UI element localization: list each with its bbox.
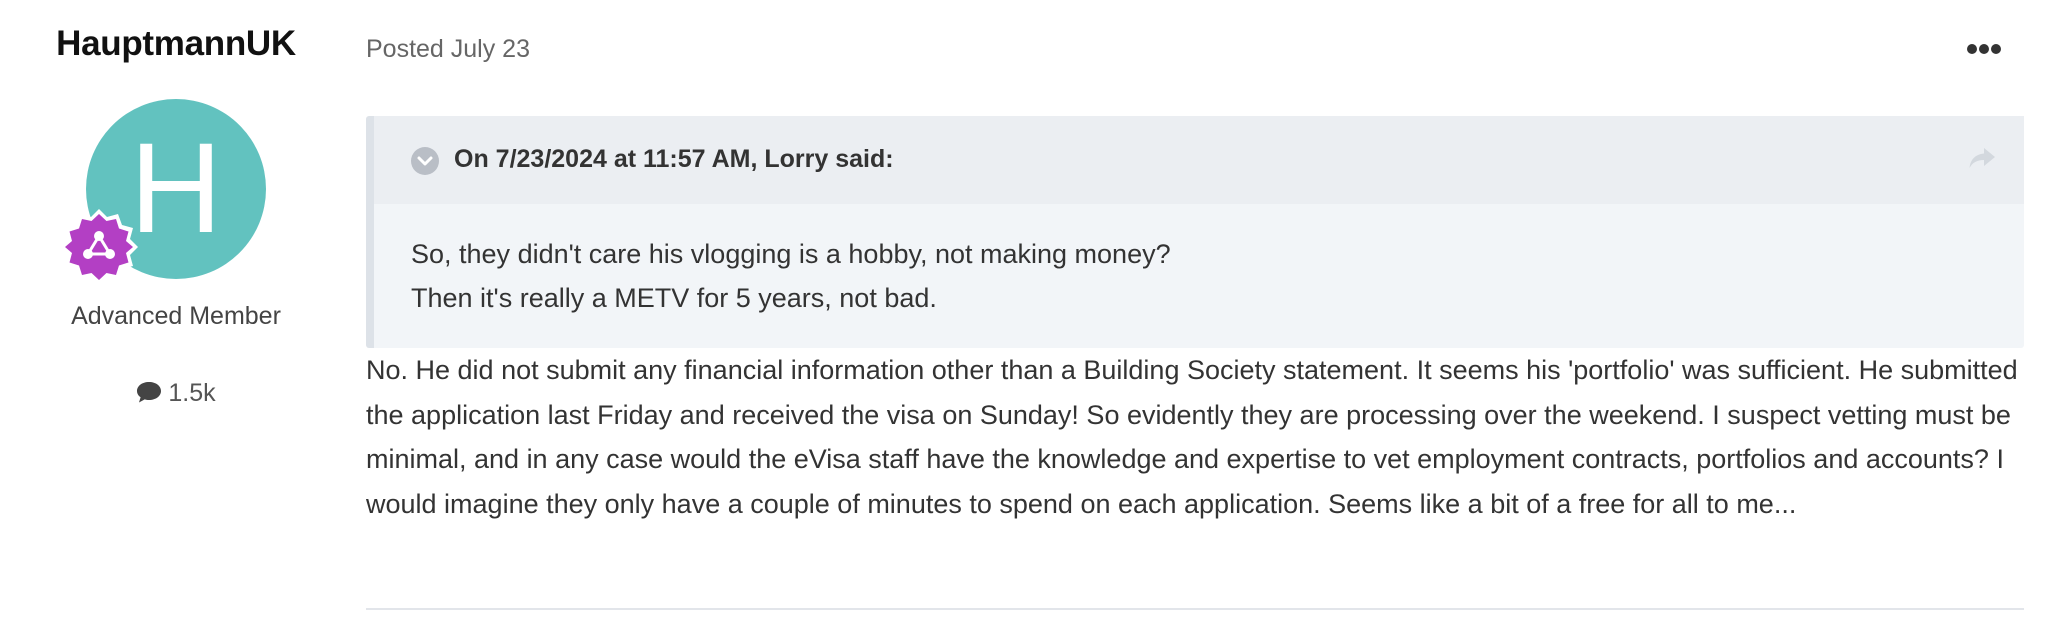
quote-line: So, they didn't care his vlogging is a h… [411,239,1171,269]
post-date[interactable]: Posted July 23 [366,35,530,64]
post-text: No. He did not submit any financial info… [366,355,2018,519]
quote-header: On 7/23/2024 at 11:57 AM, Lorry said: [374,116,2024,204]
ellipsis-icon[interactable] [1966,42,2002,56]
share-network-badge-icon [60,209,138,285]
author-panel: HauptmannUK H Advanced Member 1.5k [0,0,352,637]
member-title: Advanced Member [71,302,281,330]
chevron-down-circle-icon[interactable] [411,147,439,175]
post-count-value: 1.5k [168,379,216,407]
post-content: No. He did not submit any financial info… [366,348,2024,526]
post-count[interactable]: 1.5k [0,379,352,408]
quote-block: On 7/23/2024 at 11:57 AM, Lorry said: So… [366,116,2024,348]
quote-text: So, they didn't care his vlogging is a h… [411,232,1984,320]
quote-line: Then it's really a METV for 5 years, not… [411,283,937,313]
post-divider [366,608,2024,610]
author-name[interactable]: HauptmannUK [0,24,352,64]
speech-bubble-icon [137,382,162,403]
share-arrow-icon[interactable] [1968,146,1996,170]
quote-citation[interactable]: On 7/23/2024 at 11:57 AM, Lorry said: [454,145,894,174]
